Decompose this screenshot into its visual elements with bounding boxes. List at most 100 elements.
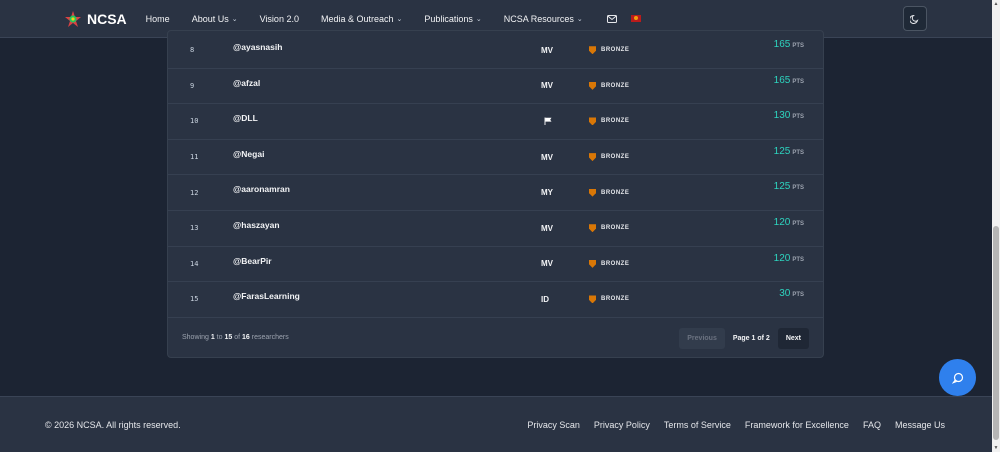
- points: 165 PTS: [774, 75, 804, 86]
- nav-item-media-outreach[interactable]: Media & Outreach ⌄: [321, 14, 402, 24]
- chevron-down-icon: ⌄: [576, 15, 583, 23]
- researcher-handle[interactable]: @Negai: [233, 149, 264, 159]
- rank-number: 10: [190, 117, 199, 126]
- brand-logo[interactable]: NCSA: [63, 9, 127, 29]
- country-code: MV: [541, 81, 553, 91]
- country-code: ID: [541, 294, 549, 304]
- scroll-up-arrow-icon[interactable]: ▲: [992, 0, 1000, 8]
- table-row[interactable]: 13 @haszayan MV BRONZE 120 PTS: [168, 211, 823, 247]
- moon-icon: [910, 14, 919, 24]
- points-unit: PTS: [792, 292, 804, 299]
- badge: BRONZE: [589, 247, 629, 282]
- points-value: 165: [773, 74, 791, 86]
- nav-item-home[interactable]: Home: [146, 14, 170, 24]
- nav-item-about-us[interactable]: About Us ⌄: [192, 14, 238, 24]
- researcher-handle[interactable]: @ayasnasih: [233, 42, 282, 52]
- mail-icon[interactable]: [606, 10, 617, 28]
- badge: BRONZE: [589, 104, 629, 139]
- researcher-handle[interactable]: @afzal: [233, 78, 260, 88]
- showing-suffix: researchers: [251, 334, 289, 341]
- badge: BRONZE: [589, 211, 629, 246]
- scrollbar-thumb[interactable]: [993, 226, 999, 440]
- site-footer: © 2026 NCSA. All rights reserved. Privac…: [0, 396, 992, 452]
- previous-button[interactable]: Previous: [679, 328, 725, 349]
- table-row[interactable]: 8 @ayasnasih MV BRONZE 165 PTS: [168, 33, 823, 69]
- points-value: 120: [773, 216, 791, 228]
- table-row[interactable]: 14 @BearPir MV BRONZE 120 PTS: [168, 247, 823, 283]
- rank-number: 8: [190, 46, 195, 55]
- bronze-shield-icon: [589, 46, 596, 55]
- badge: BRONZE: [589, 33, 629, 68]
- footer-link-faq[interactable]: FAQ: [863, 420, 881, 430]
- showing-from: 1: [210, 334, 215, 341]
- theme-toggle-button[interactable]: [903, 6, 927, 31]
- badge-label: BRONZE: [601, 118, 630, 125]
- footer-link-terms-of-service[interactable]: Terms of Service: [664, 420, 731, 430]
- language-flag-icon[interactable]: [630, 15, 641, 22]
- rank-number: 14: [190, 259, 199, 268]
- showing-to-word: to: [216, 334, 223, 341]
- table-row[interactable]: 12 @aaronamran MY BRONZE 125 PTS: [168, 175, 823, 211]
- copyright-text: © 2026 NCSA. All rights reserved.: [45, 420, 181, 430]
- chevron-down-icon: ⌄: [396, 15, 403, 23]
- nav-item-label: Media & Outreach: [320, 13, 394, 24]
- researcher-handle[interactable]: @haszayan: [233, 220, 280, 230]
- badge-label: BRONZE: [601, 47, 630, 54]
- scroll-down-arrow-icon[interactable]: ▼: [992, 444, 1000, 452]
- bronze-shield-icon: [589, 153, 596, 162]
- points-value: 165: [773, 39, 791, 50]
- rank-number: 15: [190, 295, 199, 304]
- country-code: MV: [541, 45, 553, 55]
- points: 125 PTS: [774, 181, 804, 192]
- rank-number: 11: [190, 153, 199, 162]
- showing-of-word: of: [234, 334, 241, 341]
- page-indicator: Page 1 of 2: [732, 335, 770, 342]
- badge-label: BRONZE: [601, 260, 630, 267]
- footer-link-framework-for-excellence[interactable]: Framework for Excellence: [745, 420, 849, 430]
- nav-item-label: Home: [145, 13, 170, 24]
- table-row[interactable]: 15 @FarasLearning ID BRONZE 30 PTS: [168, 282, 823, 318]
- researcher-handle[interactable]: @FarasLearning: [233, 291, 300, 301]
- researcher-handle[interactable]: @aaronamran: [233, 184, 290, 194]
- rank-number: 13: [190, 224, 199, 233]
- nav-item-publications[interactable]: Publications ⌄: [424, 14, 481, 24]
- footer-link-privacy-scan[interactable]: Privacy Scan: [527, 420, 580, 430]
- table-row[interactable]: 10 @DLL BRONZE 130 PTS: [168, 104, 823, 140]
- points-value: 30: [779, 288, 791, 300]
- bronze-shield-icon: [589, 295, 596, 304]
- nav-item-ncsa-resources[interactable]: NCSA Resources ⌄: [504, 14, 583, 24]
- badge-label: BRONZE: [601, 189, 630, 196]
- points-unit: PTS: [792, 149, 804, 156]
- table-row[interactable]: 9 @afzal MV BRONZE 165 PTS: [168, 69, 823, 105]
- points: 120 PTS: [774, 253, 804, 264]
- brand-name: NCSA: [87, 10, 127, 27]
- chat-button[interactable]: [939, 359, 976, 396]
- footer-link-privacy-policy[interactable]: Privacy Policy: [594, 420, 650, 430]
- rank-number: 12: [190, 188, 199, 197]
- nav-item-vision-2-0[interactable]: Vision 2.0: [260, 14, 299, 24]
- points: 165 PTS: [774, 39, 804, 50]
- page-scrollbar[interactable]: ▲ ▼: [992, 0, 1000, 452]
- leaderboard-rows: 8 @ayasnasih MV BRONZE 165 PTS 9 @afzal M…: [168, 33, 823, 318]
- points: 125 PTS: [774, 146, 804, 157]
- next-button[interactable]: Next: [777, 328, 809, 349]
- table-row[interactable]: 11 @Negai MV BRONZE 125 PTS: [168, 140, 823, 176]
- bronze-shield-icon: [589, 81, 596, 90]
- points: 30 PTS: [779, 288, 804, 299]
- table-footer: Showing 1 to 15 of 16 researchers Previo…: [168, 318, 823, 357]
- country-code: MV: [541, 259, 553, 269]
- points-unit: PTS: [792, 78, 804, 85]
- points-value: 120: [773, 252, 791, 264]
- badge: BRONZE: [589, 282, 629, 317]
- showing-to: 15: [224, 334, 233, 341]
- footer-links: Privacy Scan Privacy Policy Terms of Servi…: [513, 420, 945, 430]
- footer-link-message-us[interactable]: Message Us: [895, 420, 945, 430]
- bronze-shield-icon: [589, 224, 596, 233]
- researcher-handle[interactable]: @DLL: [233, 113, 258, 123]
- researcher-handle[interactable]: @BearPir: [233, 256, 272, 266]
- showing-count: Showing 1 to 15 of 16 researchers: [182, 334, 289, 341]
- points: 130 PTS: [774, 110, 804, 121]
- chevron-down-icon: ⌄: [475, 15, 482, 23]
- country-code: MV: [541, 152, 553, 162]
- bronze-shield-icon: [589, 259, 596, 268]
